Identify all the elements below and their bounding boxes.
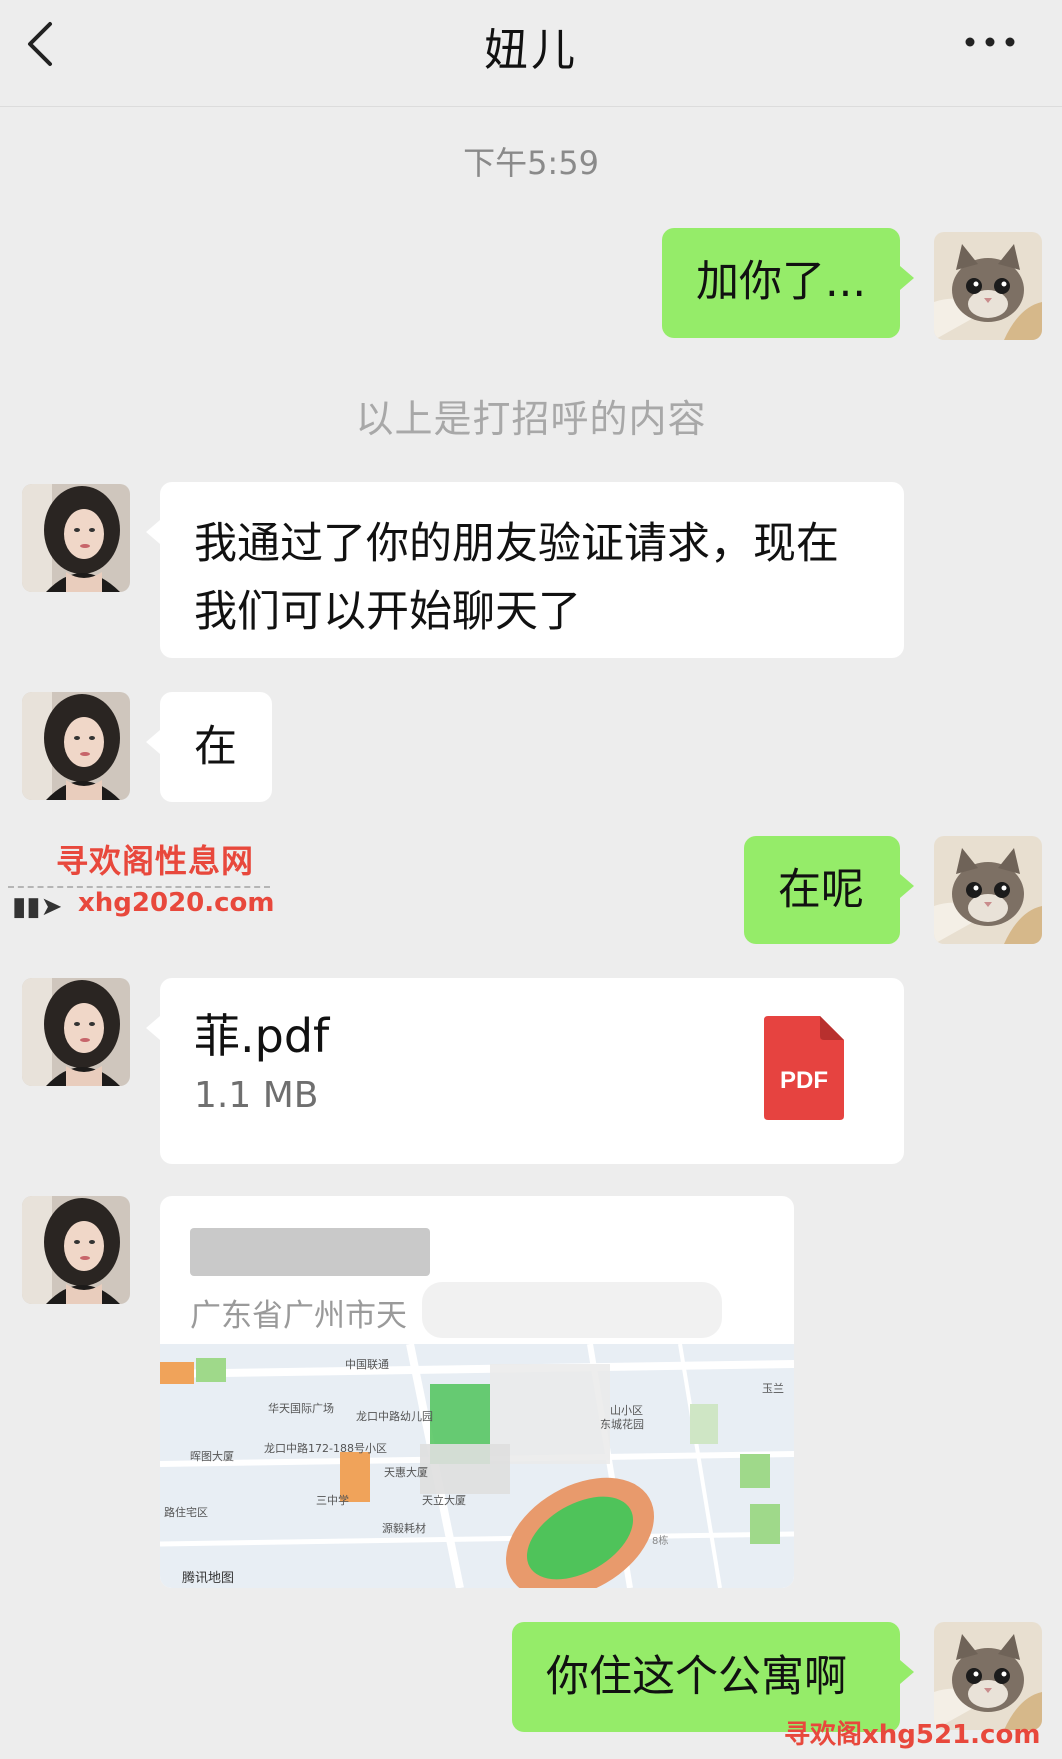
map-label: 天立大厦 <box>422 1493 466 1507</box>
message-text: 你住这个公寓啊 <box>546 1652 847 1702</box>
map-label: 山小区 <box>610 1404 643 1417</box>
chat-title: 妞儿 <box>484 25 578 76</box>
contact-avatar[interactable] <box>22 978 130 1086</box>
bubble-tail <box>900 266 914 290</box>
map-label: 天惠大厦 <box>384 1465 428 1479</box>
file-message-card[interactable]: 菲.pdf 1.1 MB PDF <box>146 978 904 1164</box>
contact-avatar[interactable] <box>22 1196 130 1304</box>
my-avatar[interactable] <box>934 232 1042 340</box>
map-attribution: 腾讯地图 <box>182 1570 234 1586</box>
message-bubble-received[interactable]: 我通过了你的朋友验证请求，现在我们可以开始聊天了 <box>146 482 904 658</box>
map-label: 玉兰 <box>762 1382 784 1395</box>
arrow-right-icon: ▮▮➤ <box>12 892 63 922</box>
file-size: 1.1 MB <box>194 1075 319 1116</box>
message-text: 加你了... <box>696 257 867 307</box>
nav-bar: 妞儿 <box>0 0 1062 107</box>
map-label: 8栋 <box>652 1534 668 1547</box>
file-name: 菲.pdf <box>194 1009 330 1063</box>
map-label: 路住宅区 <box>164 1505 208 1519</box>
pdf-file-icon: PDF <box>764 1016 844 1120</box>
contact-avatar[interactable] <box>22 484 130 592</box>
bubble-tail <box>146 730 160 754</box>
address-redaction <box>422 1282 722 1338</box>
location-message-card[interactable]: 广东省广州市天 中国联通 华天国际广场 龙口中路幼儿园 龙口中路172-188号… <box>160 1196 794 1588</box>
message-bubble-sent[interactable]: 在呢 <box>744 836 914 944</box>
bubble-tail <box>900 874 914 898</box>
watermark: 寻欢阁性息网 ▮▮➤ xhg2020.com <box>8 830 275 930</box>
watermark-footer: 寻欢阁xhg521.com <box>784 1720 1041 1750</box>
pdf-label: PDF <box>780 1067 828 1094</box>
more-dots-icon[interactable] <box>960 22 1020 62</box>
map-label: 晖图大厦 <box>190 1449 234 1463</box>
map-label: 龙口中路172-188号小区 <box>264 1442 387 1455</box>
map-label: 东城花园 <box>600 1418 644 1431</box>
map-label: 源毅耗材 <box>382 1521 426 1535</box>
my-avatar[interactable] <box>934 836 1042 944</box>
watermark-title: 寻欢阁性息网 <box>56 842 255 880</box>
contact-avatar[interactable] <box>22 692 130 800</box>
map-preview: 中国联通 华天国际广场 龙口中路幼儿园 龙口中路172-188号小区 晖图大厦 … <box>160 1344 794 1588</box>
bubble-tail <box>900 1660 914 1684</box>
message-text: 在 <box>194 722 237 772</box>
watermark-url: xhg2020.com <box>78 888 275 918</box>
map-label: 龙口中路幼儿园 <box>356 1410 433 1423</box>
map-label: 华天国际广场 <box>268 1401 334 1415</box>
message-text: 我通过了你的朋友验证请求，现在我们可以开始聊天了 <box>194 519 839 637</box>
bubble-tail <box>146 520 160 544</box>
message-text: 在呢 <box>778 865 864 915</box>
message-bubble-sent[interactable]: 加你了... <box>662 228 914 338</box>
system-notice: 以上是打招呼的内容 <box>355 397 707 441</box>
bubble-tail <box>146 1016 160 1040</box>
location-name-redacted <box>190 1228 430 1276</box>
map-label: 三中学 <box>316 1493 349 1507</box>
message-bubble-received[interactable]: 在 <box>146 692 272 802</box>
map-label: 中国联通 <box>345 1358 389 1371</box>
timestamp: 下午5:59 <box>463 144 599 182</box>
